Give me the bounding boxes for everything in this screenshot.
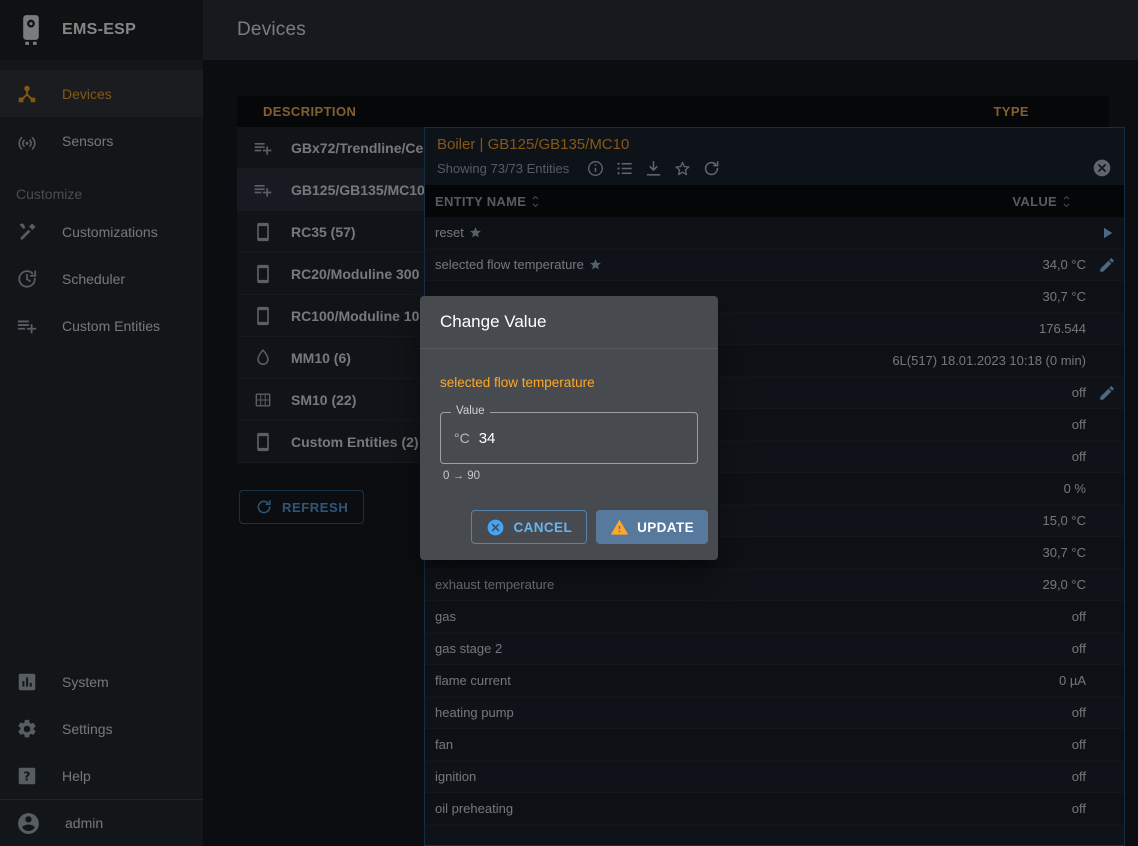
value-unit-prefix: °C	[454, 430, 470, 446]
cancel-label: CANCEL	[513, 520, 572, 535]
cancel-icon	[486, 518, 505, 537]
value-input-label: Value	[451, 405, 490, 417]
update-label: UPDATE	[637, 520, 694, 535]
warning-icon	[610, 518, 629, 537]
value-range-hint: 0 → 90	[443, 470, 698, 482]
cancel-button[interactable]: CANCEL	[471, 510, 587, 544]
update-button[interactable]: UPDATE	[596, 510, 708, 544]
value-input-text: 34	[479, 430, 496, 447]
value-input[interactable]: Value °C 34	[440, 412, 698, 464]
dialog-title: Change Value	[420, 296, 718, 349]
dialog-body: selected flow temperature Value °C 34 0 …	[420, 349, 718, 482]
change-value-dialog: Change Value selected flow temperature V…	[420, 296, 718, 560]
dialog-entity-label: selected flow temperature	[440, 375, 698, 390]
dialog-actions: CANCEL UPDATE	[420, 482, 718, 560]
